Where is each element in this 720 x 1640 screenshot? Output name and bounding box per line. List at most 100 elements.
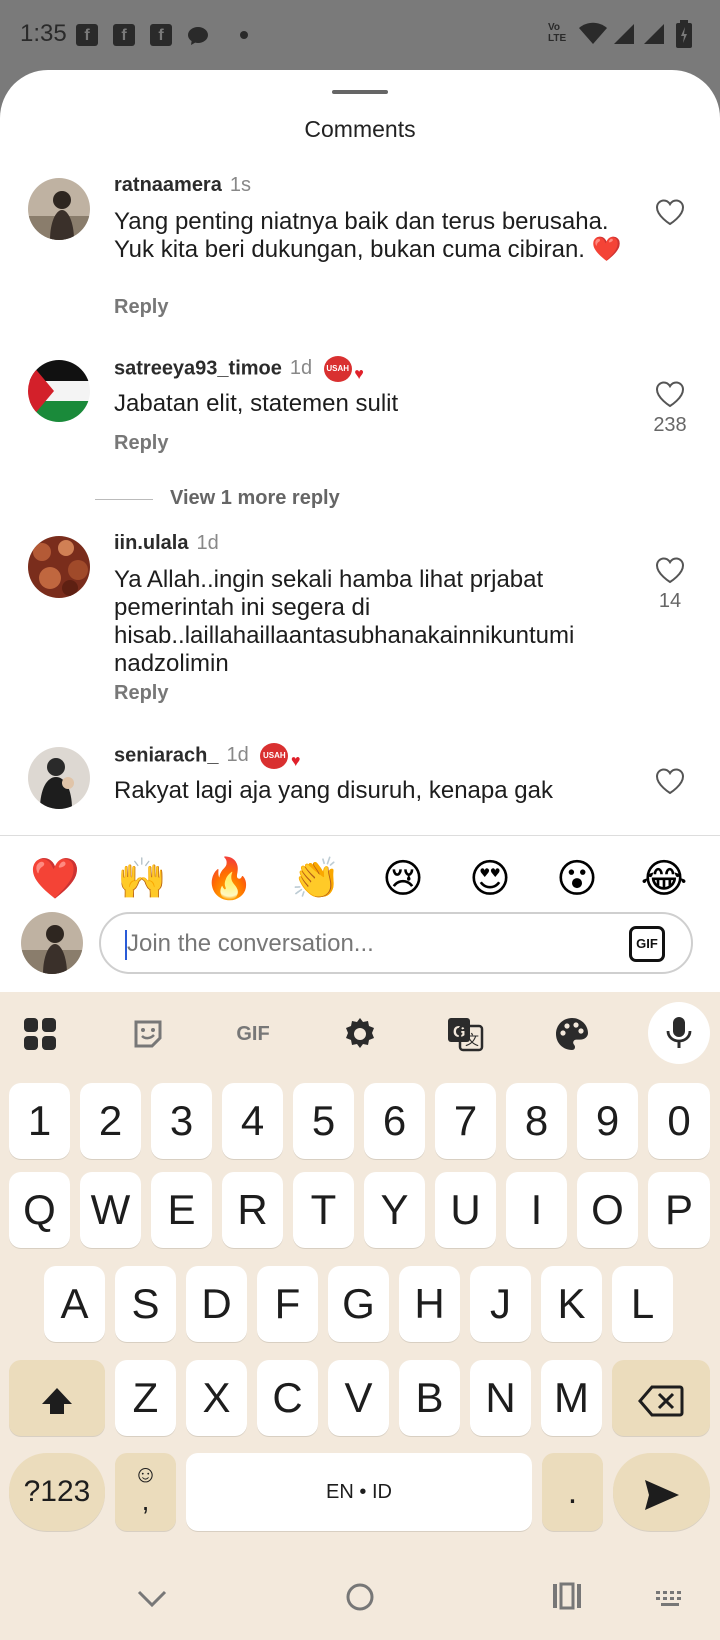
- reply-button[interactable]: Reply: [114, 432, 168, 455]
- comment-username[interactable]: ratnaamera: [114, 174, 222, 196]
- key-w[interactable]: W: [80, 1172, 141, 1248]
- shift-key[interactable]: [9, 1360, 105, 1436]
- gif-button[interactable]: GIF: [629, 926, 665, 962]
- mic-icon[interactable]: [648, 1002, 710, 1064]
- key-i[interactable]: I: [506, 1172, 567, 1248]
- key-s[interactable]: S: [115, 1266, 176, 1342]
- symbols-key[interactable]: ?123: [9, 1453, 105, 1531]
- key-r[interactable]: R: [222, 1172, 283, 1248]
- key-z[interactable]: Z: [115, 1360, 176, 1436]
- key-6[interactable]: 6: [364, 1083, 425, 1159]
- like-count: 14: [658, 590, 682, 612]
- emoji-raised-hands-button[interactable]: 🙌: [117, 854, 167, 904]
- nav-keyboard-icon[interactable]: [651, 1582, 691, 1618]
- sheet-title: Comments: [304, 116, 416, 142]
- comment-username[interactable]: seniarach_: [114, 744, 219, 766]
- key-y[interactable]: Y: [364, 1172, 425, 1248]
- key-8[interactable]: 8: [506, 1083, 567, 1159]
- comment-time: 1d: [289, 357, 313, 380]
- avatar[interactable]: [28, 536, 90, 598]
- avatar[interactable]: [28, 178, 90, 240]
- sticker-icon[interactable]: [124, 1010, 172, 1058]
- heart-outline-icon: [655, 381, 685, 408]
- like-button[interactable]: [652, 767, 688, 795]
- palette-icon[interactable]: [548, 1010, 596, 1058]
- key-4[interactable]: 4: [222, 1083, 283, 1159]
- key-l[interactable]: L: [612, 1266, 673, 1342]
- key-e[interactable]: E: [151, 1172, 212, 1248]
- nav-back-down-icon[interactable]: [132, 1582, 172, 1618]
- emoji-heart-button[interactable]: ❤️: [30, 854, 80, 904]
- comment-composer: ❤️ 🙌 🔥 👏 😢 😍 😮 😂 Join the conversation..…: [0, 835, 720, 992]
- status-time: 1:35: [20, 20, 67, 47]
- like-button[interactable]: 238: [652, 380, 688, 437]
- view-more-replies-label[interactable]: View 1 more reply: [170, 487, 340, 510]
- backspace-key[interactable]: [612, 1360, 710, 1436]
- signal-icon: [614, 24, 634, 44]
- svg-text:文: 文: [465, 1032, 479, 1048]
- like-button[interactable]: 14: [652, 556, 688, 613]
- facebook-icon: f: [76, 24, 98, 46]
- key-c[interactable]: C: [257, 1360, 318, 1436]
- key-2[interactable]: 2: [80, 1083, 141, 1159]
- key-n[interactable]: N: [470, 1360, 531, 1436]
- key-j[interactable]: J: [470, 1266, 531, 1342]
- key-k[interactable]: K: [541, 1266, 602, 1342]
- emoji-fire-button[interactable]: 🔥: [204, 854, 254, 904]
- creator-badge-icon: USAH DOO ♥: [323, 356, 364, 399]
- volte-label: Vo LTE: [548, 22, 567, 44]
- reply-button[interactable]: Reply: [114, 682, 168, 705]
- status-bar: 1:35 f f f Vo LTE: [0, 0, 720, 70]
- soft-keyboard: GIF G文 1 2 3 4 5 6 7 8 9 0 Q W E R T Y U…: [0, 992, 720, 1640]
- key-v[interactable]: V: [328, 1360, 389, 1436]
- comment-input[interactable]: Join the conversation... GIF: [99, 912, 693, 974]
- emoji-surprised-button[interactable]: 😮: [552, 854, 602, 904]
- key-f[interactable]: F: [257, 1266, 318, 1342]
- period-key[interactable]: .: [542, 1453, 603, 1531]
- avatar[interactable]: [28, 747, 90, 809]
- key-m[interactable]: M: [541, 1360, 602, 1436]
- gif-icon[interactable]: GIF: [229, 1010, 277, 1058]
- emoji-comma-key[interactable]: ☺ ,: [115, 1453, 176, 1531]
- emoji-laughing-button[interactable]: 😂: [639, 854, 689, 904]
- key-u[interactable]: U: [435, 1172, 496, 1248]
- nav-recents-icon[interactable]: [547, 1582, 587, 1619]
- like-button[interactable]: [652, 198, 688, 226]
- comment-username[interactable]: iin.ulala: [114, 532, 188, 554]
- emoji-clap-button[interactable]: 👏: [291, 854, 341, 904]
- key-h[interactable]: H: [399, 1266, 460, 1342]
- translate-icon[interactable]: G文: [441, 1010, 489, 1058]
- send-key[interactable]: [613, 1453, 710, 1531]
- space-key[interactable]: EN • ID: [186, 1453, 532, 1531]
- emoji-heart-eyes-button[interactable]: 😍: [465, 854, 515, 904]
- key-9[interactable]: 9: [577, 1083, 638, 1159]
- drag-handle[interactable]: [332, 90, 388, 94]
- key-1[interactable]: 1: [9, 1083, 70, 1159]
- key-7[interactable]: 7: [435, 1083, 496, 1159]
- key-g[interactable]: G: [328, 1266, 389, 1342]
- wifi-icon: [579, 22, 607, 44]
- key-5[interactable]: 5: [293, 1083, 354, 1159]
- comment-text: Yang penting niatnya baik dan terus beru…: [114, 208, 622, 263]
- emoji-crying-button[interactable]: 😢: [378, 854, 428, 904]
- comment-header: iin.ulala 1d: [114, 532, 219, 555]
- divider: [95, 499, 153, 500]
- key-p[interactable]: P: [648, 1172, 710, 1248]
- key-t[interactable]: T: [293, 1172, 354, 1248]
- avatar[interactable]: [28, 360, 90, 422]
- reply-button[interactable]: Reply: [114, 296, 168, 319]
- apps-grid-icon[interactable]: [16, 1010, 64, 1058]
- key-a[interactable]: A: [44, 1266, 105, 1342]
- key-o[interactable]: O: [577, 1172, 638, 1248]
- key-3[interactable]: 3: [151, 1083, 212, 1159]
- key-q[interactable]: Q: [9, 1172, 70, 1248]
- nav-home-icon[interactable]: [340, 1582, 380, 1621]
- comment-username[interactable]: satreeya93_timoe: [114, 357, 282, 379]
- key-b[interactable]: B: [399, 1360, 460, 1436]
- key-0[interactable]: 0: [648, 1083, 710, 1159]
- settings-gear-icon[interactable]: [336, 1010, 384, 1058]
- creator-badge-icon: USAH DOO ♥: [260, 743, 300, 786]
- comment-header: seniarach_ 1d USAH DOO ♥: [114, 743, 300, 786]
- key-d[interactable]: D: [186, 1266, 247, 1342]
- key-x[interactable]: X: [186, 1360, 247, 1436]
